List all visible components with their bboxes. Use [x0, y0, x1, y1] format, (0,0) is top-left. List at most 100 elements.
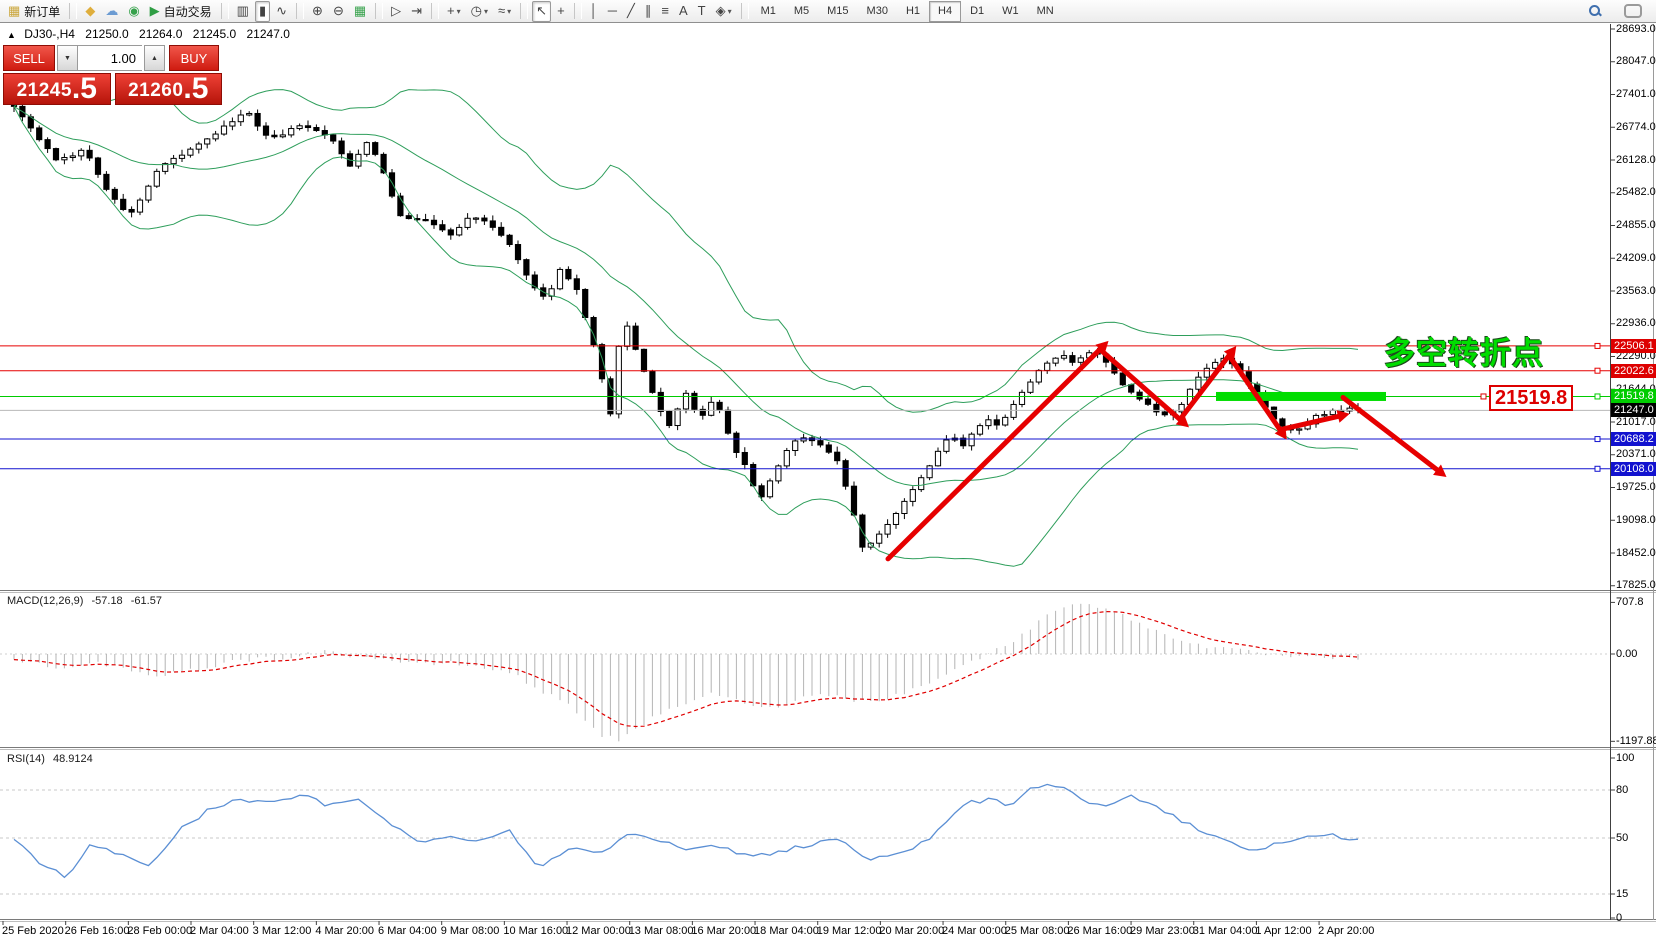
chart-shift-icon[interactable]: ⇥	[407, 1, 426, 22]
search-button[interactable]	[1578, 1, 1612, 22]
volume-input[interactable]	[78, 45, 142, 71]
time-tick-label: 2 Mar 04:00	[190, 925, 249, 937]
time-tick-label: 2 Apr 20:00	[1318, 925, 1374, 937]
macd-signal-value: -61.57	[131, 595, 162, 607]
line-chart-icon[interactable]: ∿	[272, 1, 291, 22]
crosshair-icon: +	[557, 4, 565, 18]
sell-button[interactable]: SELL	[3, 45, 55, 71]
time-tick-label: 12 Mar 00:00	[566, 925, 631, 937]
zoom-in-icon: ⊕	[312, 4, 323, 18]
price-marker-label: 21519.8	[1611, 389, 1656, 403]
time-tick-label: 4 Mar 20:00	[315, 925, 374, 937]
timeframe-m1[interactable]: M1	[752, 1, 785, 22]
one-click-trade-panel: SELL ▼ ▲ BUY 21245 .5 21260 .5	[3, 45, 222, 105]
sell-price[interactable]: 21245 .5	[3, 73, 111, 105]
price-marker-label: 20108.0	[1611, 462, 1656, 476]
period-button[interactable]: ◷▾	[467, 1, 492, 22]
chart-canvas[interactable]	[0, 24, 1610, 920]
macd-indicator-label: MACD(12,26,9) -57.18 -61.57	[7, 595, 167, 607]
crosshair-icon[interactable]: +	[553, 1, 569, 22]
timeframe-m30[interactable]: M30	[858, 1, 897, 22]
cursor-icon[interactable]: ↖	[532, 1, 551, 22]
toolbar-separator	[741, 3, 749, 19]
bar-chart-icon: ▥	[237, 4, 249, 18]
chat-button[interactable]	[1614, 1, 1652, 22]
buy-button[interactable]: BUY	[169, 45, 219, 71]
new-chart-button[interactable]: +▾	[443, 1, 465, 22]
chart-header: ▲ DJ30-,H4 21250.0 21264.0 21245.0 21247…	[7, 27, 297, 41]
time-tick-label: 3 Mar 12:00	[253, 925, 312, 937]
rsi-tick-label: 0	[1616, 912, 1622, 924]
auto-trading-icon: ▶	[150, 4, 160, 18]
time-tick-label: 29 Mar 23:00	[1130, 925, 1195, 937]
zoom-out-icon[interactable]: ⊖	[329, 1, 348, 22]
time-tick-label: 26 Mar 16:00	[1067, 925, 1132, 937]
dropdown-caret-icon: ▾	[728, 7, 732, 16]
indicators-button[interactable]: ≈▾	[494, 1, 515, 22]
rsi-value: 48.9124	[53, 753, 93, 765]
timeframe-w1[interactable]: W1	[993, 1, 1028, 22]
ohlc-low: 21245.0	[193, 27, 236, 41]
toolbar: ▦新订单◆☁◉▶自动交易▥▮∿⊕⊖▦▷⇥+▾◷▾≈▾↖+│─╱∥≡AT◈▾M1M…	[0, 0, 1656, 23]
new-order-button[interactable]: ▦新订单	[4, 1, 64, 22]
time-tick-label: 9 Mar 08:00	[441, 925, 500, 937]
time-tick-label: 28 Feb 00:00	[127, 925, 192, 937]
buy-price[interactable]: 21260 .5	[115, 73, 223, 105]
buy-price-frac: .5	[183, 76, 208, 102]
time-tick-label: 31 Mar 04:00	[1193, 925, 1258, 937]
volume-up-button[interactable]: ▲	[144, 45, 165, 71]
line-chart-icon: ∿	[276, 4, 287, 18]
deposit-icon[interactable]: ◆	[81, 1, 99, 22]
channel-icon[interactable]: ∥	[641, 1, 656, 22]
price-tick-label: 19098.0	[1616, 514, 1656, 526]
price-marker-label: 21247.0	[1611, 403, 1656, 417]
signals-icon[interactable]: ◉	[124, 1, 143, 22]
buy-price-main: 21260	[128, 80, 183, 102]
timeframe-h1[interactable]: H1	[897, 1, 929, 22]
dropdown-caret-icon: ▾	[457, 7, 461, 16]
candlestick-chart-icon[interactable]: ▮	[255, 1, 270, 22]
macd-name: MACD(12,26,9)	[7, 595, 83, 607]
ohlc-high: 21264.0	[139, 27, 182, 41]
timeframe-m5[interactable]: M5	[785, 1, 818, 22]
timeframe-mn[interactable]: MN	[1028, 1, 1063, 22]
timeframe-m15[interactable]: M15	[818, 1, 857, 22]
zoom-in-icon[interactable]: ⊕	[308, 1, 327, 22]
text-label-icon: T	[698, 4, 706, 18]
ohlc-open: 21250.0	[85, 27, 128, 41]
price-tick-label: 26774.0	[1616, 121, 1656, 133]
symbol-period: DJ30-,H4	[24, 27, 75, 41]
dropdown-caret-icon: ▾	[507, 7, 511, 16]
symbol-dropdown-marker[interactable]: ▲	[7, 30, 16, 40]
time-tick-label: 1 Apr 12:00	[1255, 925, 1311, 937]
tile-windows-icon[interactable]: ▦	[350, 1, 370, 22]
timeframe-d1[interactable]: D1	[961, 1, 993, 22]
timeframe-h4[interactable]: H4	[929, 1, 961, 22]
price-tick-label: 23563.0	[1616, 285, 1656, 297]
toolbar-separator	[221, 3, 229, 19]
trendline-icon[interactable]: ╱	[623, 1, 639, 22]
text-icon: A	[679, 4, 688, 18]
toolbar-separator	[431, 3, 439, 19]
price-callout[interactable]: 21519.8	[1489, 385, 1573, 411]
price-tick-label: 27401.0	[1616, 88, 1656, 100]
toolbar-separator	[375, 3, 383, 19]
text-icon[interactable]: A	[675, 1, 692, 22]
auto-trading-button[interactable]: ▶自动交易	[146, 1, 216, 22]
rsi-tick-label: 100	[1616, 752, 1634, 764]
time-tick-label: 19 Mar 12:00	[817, 925, 882, 937]
volume-down-button[interactable]: ▼	[57, 45, 78, 71]
toolbar-separator	[574, 3, 582, 19]
horizontal-line-icon[interactable]: ─	[604, 1, 621, 22]
bar-chart-icon[interactable]: ▥	[233, 1, 253, 22]
new-order-button-label: 新订单	[24, 3, 60, 20]
fibonacci-icon[interactable]: ≡	[657, 1, 673, 22]
arrows-button[interactable]: ◈▾	[712, 1, 736, 22]
community-icon[interactable]: ☁	[101, 1, 122, 22]
text-label-icon[interactable]: T	[694, 1, 710, 22]
trendline-icon: ╱	[627, 4, 635, 18]
price-tick-label: 18452.0	[1616, 547, 1656, 559]
vertical-line-icon[interactable]: │	[586, 1, 602, 22]
auto-scroll-icon[interactable]: ▷	[387, 1, 405, 22]
price-tick-label: 28693.0	[1616, 23, 1656, 35]
